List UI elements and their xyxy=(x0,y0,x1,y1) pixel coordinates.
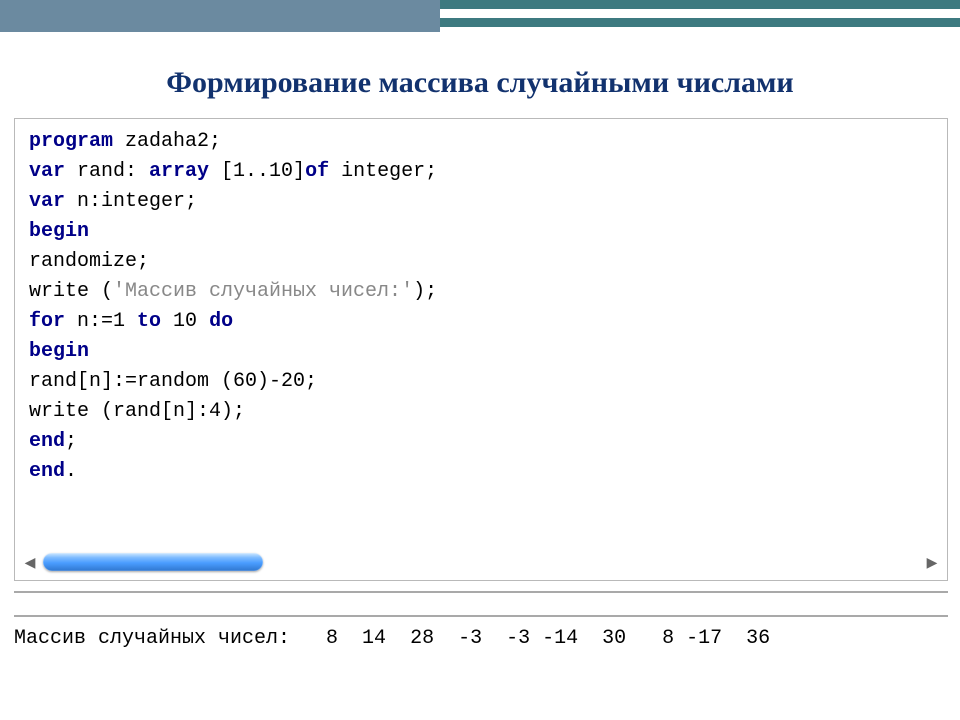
code-line: rand[n]:=random (60)-20; xyxy=(29,367,933,397)
header-bar-left xyxy=(0,0,440,36)
code-line: begin xyxy=(29,337,933,367)
code-line: begin xyxy=(29,217,933,247)
header-decoration xyxy=(0,0,960,36)
code-line: write (rand[n]:4); xyxy=(29,397,933,427)
scroll-right-arrow-icon[interactable]: ▶ xyxy=(921,551,943,573)
code-line: program zadaha2; xyxy=(29,127,933,157)
scroll-left-arrow-icon[interactable]: ◀ xyxy=(19,551,41,573)
program-output: Массив случайных чисел: 8 14 28 -3 -3 -1… xyxy=(14,627,946,650)
code-line: randomize; xyxy=(29,247,933,277)
code-line: end; xyxy=(29,427,933,457)
code-line: var n:integer; xyxy=(29,187,933,217)
output-divider xyxy=(14,591,948,617)
code-line: write ('Массив случайных чисел:'); xyxy=(29,277,933,307)
scrollbar-thumb[interactable] xyxy=(43,553,263,571)
code-empty-space xyxy=(29,487,933,543)
scrollbar-track[interactable] xyxy=(43,553,919,571)
code-editor-panel: program zadaha2; var rand: array [1..10]… xyxy=(14,118,948,581)
code-line: end. xyxy=(29,457,933,487)
horizontal-scrollbar[interactable]: ◀ ▶ xyxy=(15,547,947,580)
page-title: Формирование массива случайными числами xyxy=(0,66,960,100)
code-area[interactable]: program zadaha2; var rand: array [1..10]… xyxy=(15,119,947,547)
code-line: for n:=1 to 10 do xyxy=(29,307,933,337)
code-line: var rand: array [1..10]of integer; xyxy=(29,157,933,187)
header-bar-right xyxy=(440,0,960,36)
